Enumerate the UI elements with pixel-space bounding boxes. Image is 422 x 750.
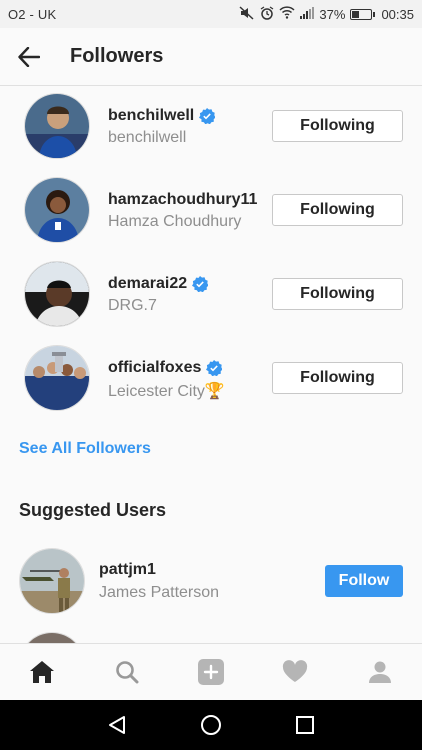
arrow-left-icon: [18, 46, 40, 67]
followers-list[interactable]: benchilwell benchilwell Following hamzac…: [0, 87, 422, 643]
nav-home[interactable]: [17, 647, 67, 697]
avatar[interactable]: [19, 548, 85, 614]
see-all-followers-link[interactable]: See All Followers: [19, 440, 151, 458]
username[interactable]: pattjm1: [99, 561, 156, 579]
following-button[interactable]: Following: [272, 194, 403, 226]
nav-profile[interactable]: [355, 647, 405, 697]
username-text[interactable]: benchilwell: [108, 107, 194, 125]
full-name: DRG.7: [108, 297, 157, 314]
system-nav-bar: [0, 700, 422, 750]
status-icons: 37% 00:35: [239, 5, 414, 23]
system-recents-button[interactable]: [285, 705, 325, 745]
battery-fill: [352, 10, 360, 18]
nav-search[interactable]: [102, 647, 152, 697]
full-name: James Patterson: [99, 584, 220, 601]
verified-badge-icon: [206, 360, 223, 376]
follower-row[interactable]: demarai22 DRG.7 Following: [0, 255, 422, 339]
follow-button[interactable]: Follow: [325, 565, 403, 597]
triangle-back-icon: [109, 716, 125, 734]
full-name: Hamza Choudhury: [108, 213, 242, 230]
add-post-icon: [197, 659, 224, 685]
following-button[interactable]: Following: [272, 362, 403, 394]
nav-add[interactable]: [186, 647, 236, 697]
suggested-users-heading: Suggested Users: [19, 500, 167, 520]
username[interactable]: demarai22: [108, 275, 209, 293]
search-icon: [115, 661, 139, 684]
battery-icon: [350, 8, 376, 20]
back-button[interactable]: [0, 28, 58, 86]
avatar[interactable]: [19, 632, 85, 643]
carrier-label: O2 - UK: [8, 6, 57, 22]
avatar[interactable]: [24, 345, 90, 411]
bottom-nav: [0, 643, 422, 700]
battery-percent: 37%: [319, 6, 346, 22]
follower-row[interactable]: hamzachoudhury11 Hamza Choudhury Followi…: [0, 171, 422, 255]
home-icon: [30, 661, 55, 683]
username-text[interactable]: demarai22: [108, 275, 187, 293]
username[interactable]: officialfoxes: [108, 359, 223, 377]
heart-icon: [283, 660, 308, 682]
alarm-icon: [260, 5, 274, 23]
system-home-button[interactable]: [191, 705, 231, 745]
verified-badge-icon: [199, 108, 216, 124]
username-text[interactable]: hamzachoudhury11: [108, 191, 257, 209]
username[interactable]: benchilwell: [108, 107, 216, 125]
clock: 00:35: [381, 6, 414, 22]
page-title: Followers: [70, 45, 164, 67]
screen: O2 - UK 37% 00:35 Followers benchilwell …: [0, 0, 422, 750]
follower-row[interactable]: benchilwell benchilwell Following: [0, 87, 422, 171]
username-text[interactable]: officialfoxes: [108, 359, 201, 377]
verified-badge-icon: [192, 276, 209, 292]
circle-home-icon: [201, 715, 221, 735]
follower-row[interactable]: officialfoxes Leicester City🏆 Following: [0, 339, 422, 423]
avatar[interactable]: [24, 93, 90, 159]
square-recents-icon: [296, 716, 314, 734]
profile-icon: [368, 661, 391, 683]
header: Followers: [0, 28, 422, 86]
mute-icon: [239, 5, 255, 23]
username-text[interactable]: pattjm1: [99, 561, 156, 579]
suggested-user-row[interactable]: pattjm1 James Patterson Follow: [0, 542, 422, 626]
username[interactable]: hamzachoudhury11: [108, 191, 257, 209]
status-bar: O2 - UK 37% 00:35: [0, 0, 422, 28]
nav-activity[interactable]: [270, 647, 320, 697]
following-button[interactable]: Following: [272, 110, 403, 142]
avatar[interactable]: [24, 261, 90, 327]
avatar[interactable]: [24, 177, 90, 243]
full-name: Leicester City🏆: [108, 383, 225, 400]
signal-icon: [300, 6, 315, 22]
system-back-button[interactable]: [97, 705, 137, 745]
full-name: benchilwell: [108, 129, 187, 146]
following-button[interactable]: Following: [272, 278, 403, 310]
wifi-icon: [279, 6, 295, 22]
